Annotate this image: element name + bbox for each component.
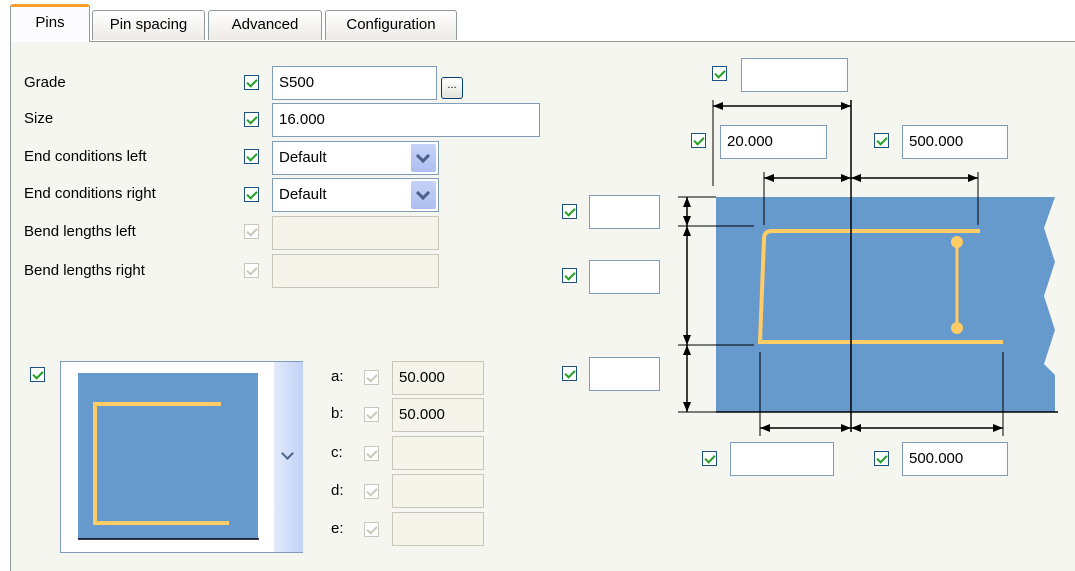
dim-b-checkbox	[364, 407, 379, 422]
bend-lengths-right-checkbox	[244, 263, 259, 278]
chevron-down-icon[interactable]	[411, 181, 436, 209]
bend-lengths-left-label: Bend lengths left	[24, 223, 136, 240]
side-2-checkbox[interactable]	[562, 268, 577, 283]
bend-lengths-left-checkbox	[244, 224, 259, 239]
tab-advanced[interactable]: Advanced	[208, 10, 322, 40]
end-conditions-right-label: End conditions right	[24, 185, 156, 202]
end-conditions-right-checkbox[interactable]	[244, 187, 259, 202]
grade-browse-button[interactable]: ...	[441, 77, 463, 99]
dim-a-checkbox	[364, 370, 379, 385]
end-conditions-left-label: End conditions left	[24, 148, 147, 165]
shape-dropdown-chevron-icon[interactable]	[274, 362, 303, 552]
top-dimension-input[interactable]	[741, 58, 848, 92]
side-1-checkbox[interactable]	[562, 204, 577, 219]
dim-e-input	[392, 512, 484, 546]
bottom-right-checkbox[interactable]	[874, 451, 889, 466]
dim-d-label: d:	[331, 482, 344, 499]
side-3-checkbox[interactable]	[562, 366, 577, 381]
dim-b-label: b:	[331, 405, 344, 422]
top-dimension-checkbox[interactable]	[712, 66, 727, 81]
grade-input[interactable]: S500	[272, 66, 437, 100]
size-checkbox[interactable]	[244, 112, 259, 127]
shape-preview	[78, 373, 259, 540]
grade-label: Grade	[24, 74, 66, 91]
dim-d-checkbox	[364, 484, 379, 499]
dim-c-label: c:	[331, 444, 343, 461]
side-3-input[interactable]	[589, 357, 660, 391]
concrete-preview	[78, 373, 258, 539]
left-offset-input[interactable]: 20.000	[720, 125, 827, 159]
size-label: Size	[24, 110, 54, 127]
tab-configuration[interactable]: Configuration	[325, 10, 457, 40]
chevron-down-icon[interactable]	[411, 144, 436, 172]
end-conditions-left-checkbox[interactable]	[244, 149, 259, 164]
dim-c-checkbox	[364, 446, 379, 461]
left-offset-checkbox[interactable]	[691, 133, 706, 148]
bottom-right-input[interactable]: 500.000	[902, 442, 1008, 476]
shape-selector[interactable]	[60, 361, 303, 553]
end-conditions-left-value: Default	[279, 149, 327, 166]
dim-a-label: a:	[331, 368, 344, 385]
tab-pins[interactable]: Pins	[10, 4, 90, 42]
dim-d-input	[392, 474, 484, 508]
size-input[interactable]: 16.000	[272, 103, 540, 137]
bottom-left-input[interactable]	[730, 442, 834, 476]
side-2-input[interactable]	[589, 260, 660, 294]
bend-lengths-right-input	[272, 254, 439, 288]
right-offset-input[interactable]: 500.000	[902, 125, 1008, 159]
end-conditions-right-value: Default	[279, 186, 327, 203]
bend-lengths-left-input	[272, 216, 439, 250]
dim-e-checkbox	[364, 522, 379, 537]
tab-pin-spacing[interactable]: Pin spacing	[92, 10, 205, 40]
right-offset-checkbox[interactable]	[874, 133, 889, 148]
dim-c-input	[392, 436, 484, 470]
grade-checkbox[interactable]	[244, 75, 259, 90]
bend-lengths-right-label: Bend lengths right	[24, 262, 145, 279]
shape-checkbox[interactable]	[30, 367, 45, 382]
tab-strip: Pins Pin spacing Advanced Configuration	[0, 0, 1075, 44]
dim-e-label: e:	[331, 520, 344, 537]
side-1-input[interactable]	[589, 195, 660, 229]
dim-a-input: 50.000	[392, 361, 484, 395]
bottom-left-checkbox[interactable]	[702, 451, 717, 466]
end-conditions-right-select[interactable]: Default	[272, 178, 439, 212]
end-conditions-left-select[interactable]: Default	[272, 141, 439, 175]
dim-b-input: 50.000	[392, 398, 484, 432]
